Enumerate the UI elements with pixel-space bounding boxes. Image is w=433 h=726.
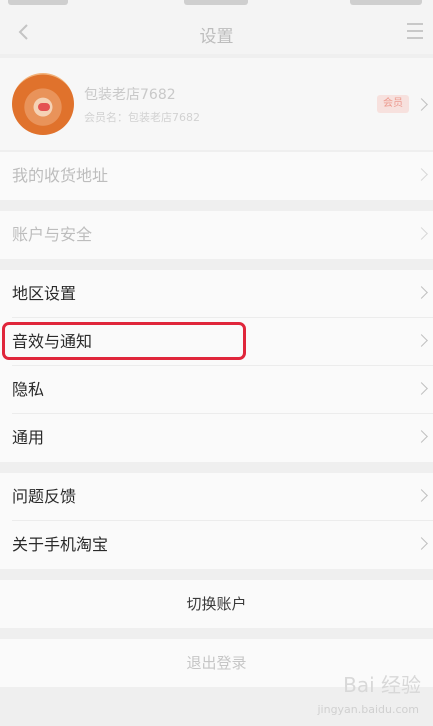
member-badge: 会员 (377, 95, 409, 113)
settings-row-label: 通用 (12, 428, 45, 447)
settings-row-label: 地区设置 (12, 284, 77, 303)
settings-row-label: 关于手机淘宝 (12, 535, 109, 554)
chevron-right-icon (415, 98, 428, 111)
page-title: 设置 (199, 27, 234, 47)
profile-subtitle: 会员名：包装老店7682 (84, 111, 200, 124)
chevron-right-icon (415, 489, 428, 502)
status-bar-battery (350, 0, 422, 5)
profile-card[interactable]: 包装老店7682 会员名：包装老店7682 会员 (0, 58, 433, 150)
settings-row-about[interactable]: 关于手机淘宝 (0, 521, 433, 569)
settings-row-label: 隐私 (12, 380, 45, 399)
switch-account-button[interactable]: 切换账户 (0, 580, 433, 628)
settings-row-label: 问题反馈 (12, 487, 77, 506)
chevron-right-icon (415, 430, 428, 443)
chevron-right-icon (415, 382, 428, 395)
chevron-right-icon (415, 286, 428, 299)
baidu-watermark-url: jingyan.baidu.com (317, 703, 419, 716)
settings-row-privacy[interactable]: 隐私 (0, 366, 433, 414)
settings-row-region[interactable]: 地区设置 (0, 270, 433, 318)
settings-row-label: 账户与安全 (12, 225, 93, 244)
status-bar-time (184, 0, 248, 5)
settings-row-feedback[interactable]: 问题反馈 (0, 473, 433, 521)
chevron-right-icon (415, 168, 428, 181)
settings-row-general[interactable]: 通用 (0, 414, 433, 462)
avatar[interactable] (12, 73, 74, 135)
settings-row-label: 我的收货地址 (12, 166, 109, 185)
nav-bar: 设置 (0, 10, 433, 54)
chevron-right-icon (415, 227, 428, 240)
settings-row-address[interactable]: 我的收货地址 (0, 152, 433, 200)
logout-label: 退出登录 (186, 654, 247, 672)
baidu-watermark: Bai 经验 (343, 673, 421, 697)
menu-icon[interactable] (407, 23, 423, 39)
status-bar (0, 0, 433, 10)
settings-row-account-security[interactable]: 账户与安全 (0, 211, 433, 259)
chevron-right-icon (415, 334, 428, 347)
switch-account-label: 切换账户 (186, 595, 247, 613)
profile-name: 包装老店7682 (84, 87, 176, 103)
chevron-right-icon (415, 537, 428, 550)
status-bar-carrier (8, 0, 68, 5)
highlight-box (2, 322, 246, 360)
